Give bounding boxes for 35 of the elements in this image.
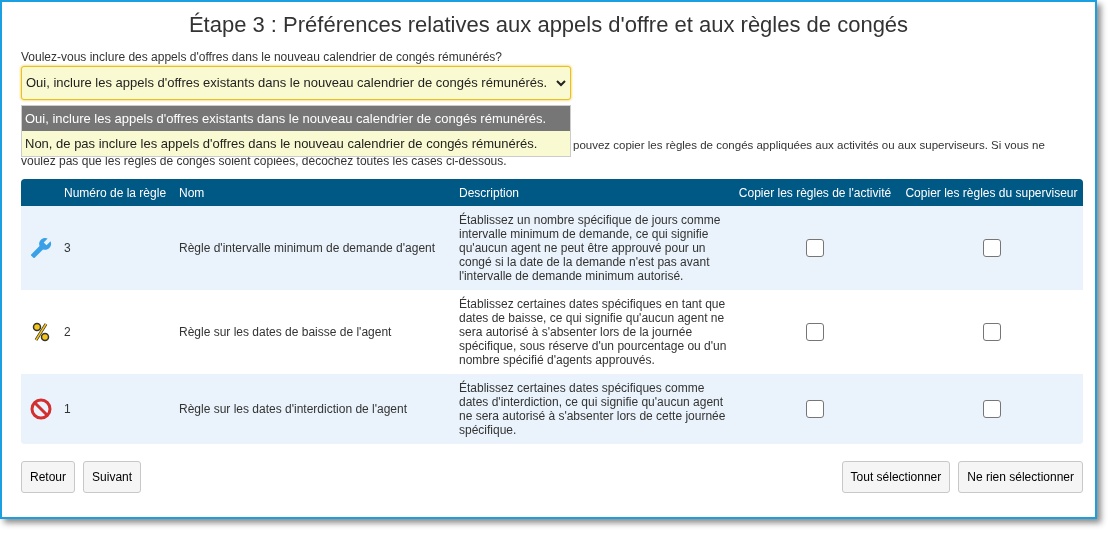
question-label: Voulez-vous inclure des appels d'offres dans le nouveau calendrier de congés rémunérés? [21, 50, 504, 64]
rule-description: Établissez certaines dates spécifiques en tant que dates de baisse, ce qui signifie qu'aucun agent ne sera autorisé à s'absenter lors de la journée spécifique, sous réserve d'un pourcentage ou d'un nombre spécifié d'agents approuvés. [459, 297, 727, 367]
chevron-down-icon [556, 79, 566, 87]
action-button[interactable]: Retour [21, 461, 76, 493]
rule-description: Établissez certaines dates spécifiques comme dates d'interdiction, ce qui signifie qu'aucun agent ne sera autorisé à s'absenter lors de cette journée spécifique. [459, 381, 727, 437]
checkbox[interactable] [982, 239, 1001, 257]
checkbox[interactable] [806, 323, 824, 341]
percent-icon [31, 322, 50, 342]
column-header: Nom [178, 184, 206, 202]
rule-description: Établissez un nombre spécifique de jours comme intervalle minimum de demande, ce qui signifie qu'aucun agent ne peut être approuvé pour un congé si la date de la demande n'est pas avant l'intervalle de demande minimum autorisé. [459, 213, 722, 283]
prohibited-icon [29, 398, 52, 420]
column-header: Copier les règles du superviseur [904, 184, 1079, 202]
action-button[interactable]: Tout sélectionner [841, 461, 951, 493]
column-header: Copier les règles de l'activité [737, 184, 893, 202]
select-value: Oui, inclure les appels d'offres existants dans le nouveau calendrier de congés rémunérés. [26, 74, 548, 93]
column-header: Numéro de la règle [63, 184, 168, 202]
rule-number: 1 [64, 402, 71, 416]
instructions-text: voulez pas que les règles de congés soient copiées, décochez toutes les cases ci-dessous. [21, 153, 507, 169]
select-field[interactable]: Oui, inclure les appels d'offres existants dans le nouveau calendrier de congés rémunérés. [21, 66, 571, 100]
checkbox[interactable] [982, 323, 1001, 341]
checkbox[interactable] [982, 400, 1001, 418]
action-button[interactable]: Ne rien sélectionner [958, 461, 1083, 493]
dropdown-option[interactable]: Oui, inclure les appels d'offres existants dans le nouveau calendrier de congés rémunérés. [22, 106, 570, 131]
rule-name: Règle d'intervalle minimum de demande d'agent [179, 241, 436, 255]
instructions-text: pouvez copier les règles de congés appliquées aux activités ou aux superviseurs. Si vous ne [573, 138, 1045, 153]
action-button[interactable]: Suivant [83, 461, 142, 493]
rule-number: 2 [64, 325, 71, 339]
column-header: Description [458, 184, 521, 202]
rule-number: 3 [64, 241, 71, 255]
wrench-icon [29, 237, 52, 259]
rule-name: Règle sur les dates d'interdiction de l'agent [179, 402, 408, 416]
rule-name: Règle sur les dates de baisse de l'agent [179, 325, 392, 339]
checkbox[interactable] [806, 239, 824, 257]
page-title: Étape 3 : Préférences relatives aux appels d'offre et aux règles de congés [187, 11, 910, 39]
checkbox[interactable] [806, 400, 824, 418]
